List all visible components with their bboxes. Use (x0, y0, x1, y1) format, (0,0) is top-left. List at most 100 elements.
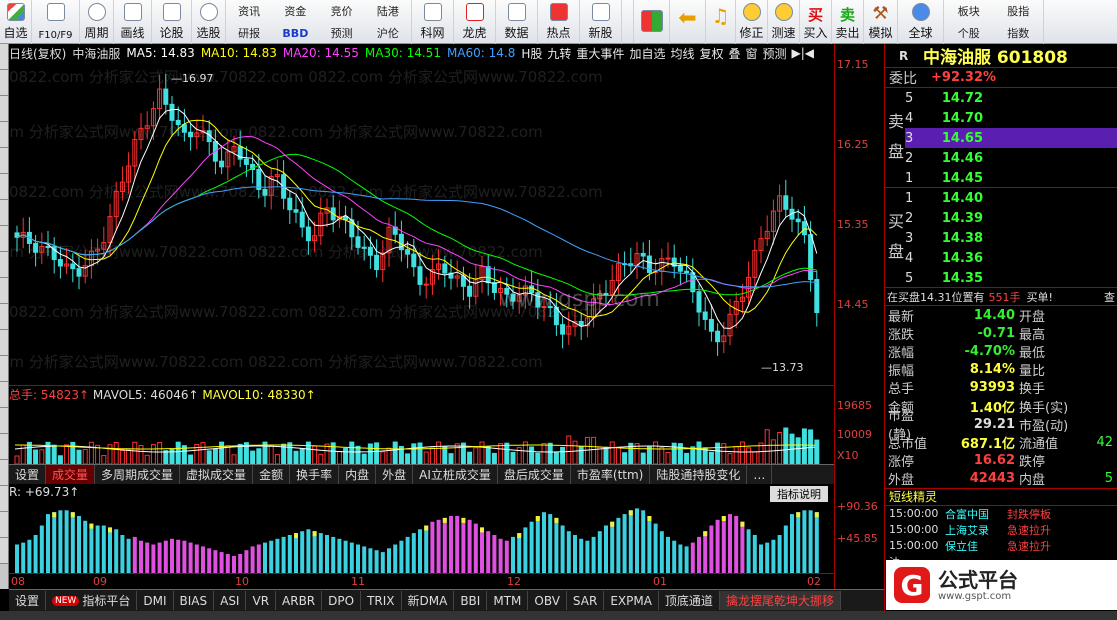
tb-data[interactable]: 数据 (496, 0, 538, 44)
tb-guzhi-button[interactable]: 股指 (994, 0, 1044, 22)
tb-alert[interactable]: ♫ (706, 0, 736, 44)
major-events-button[interactable]: 重大事件 (576, 45, 624, 62)
indicator-bar (814, 512, 819, 573)
tb-buy[interactable]: 买买入 (800, 0, 832, 44)
candlestick-chart[interactable]: 0822.com 分析家公式网www.70822.com 0822.com 分析… (9, 62, 834, 384)
tb-jingjia-button[interactable]: 竞价 (319, 0, 365, 22)
indicator-bar (808, 510, 813, 573)
ask-row[interactable]: 4 14.70 (905, 108, 1117, 128)
overlay-button[interactable]: 叠 (728, 45, 740, 62)
indicator-bar (771, 539, 776, 573)
tab2-dmi[interactable]: DMI (137, 591, 174, 610)
tab-outer[interactable]: 外盘 (376, 465, 414, 484)
jiuzhuan-button[interactable]: 九转 (547, 45, 571, 62)
ask-row[interactable]: 2 14.46 (905, 148, 1117, 168)
tab-ai-volume[interactable]: AI立桩成交量 (413, 465, 498, 484)
tb-yuce-button[interactable]: 预测 (319, 22, 365, 44)
tab-virtual-volume[interactable]: 虚拟成交量 (180, 465, 254, 484)
tb-f10[interactable]: F10/F9 (32, 0, 80, 44)
tb-sim[interactable]: ⚒ 模拟 (864, 0, 898, 44)
tb-layout[interactable] (634, 0, 670, 44)
tb-back[interactable]: ⬅ (670, 0, 706, 44)
tab2-vr[interactable]: VR (246, 591, 277, 610)
tab2-indicator-platform[interactable]: NEW 指标平台 (46, 591, 138, 610)
tb-lungu[interactable]: 论股 (152, 0, 192, 44)
tab-inner[interactable]: 内盘 (339, 465, 377, 484)
tb-sell[interactable]: 卖卖出 (832, 0, 864, 44)
forecast-button[interactable]: 预测 (763, 45, 787, 62)
tb-gegu-button[interactable]: 个股 (944, 22, 994, 44)
tb-fix[interactable]: 修正 (736, 0, 768, 44)
volume-chart[interactable] (9, 401, 834, 464)
tb-draw[interactable]: 画线 (114, 0, 152, 44)
period-label[interactable]: 日线(复权) (9, 45, 66, 62)
tb-hulun-button[interactable]: 沪伦 (365, 22, 411, 44)
bid-row[interactable]: 4 14.36 (905, 248, 1117, 268)
tab2-arbr[interactable]: ARBR (276, 591, 323, 610)
tb-zixun-button[interactable]: 资讯 (226, 0, 272, 22)
sprite-item[interactable]: 15:00:00 保立佳 急速拉升 (885, 538, 1117, 554)
indicator-help-button[interactable]: 指标说明 (770, 486, 828, 502)
tb-hot[interactable]: 热点 (538, 0, 580, 44)
window-button[interactable]: 窗 (746, 45, 758, 62)
tab2-mtm[interactable]: MTM (487, 591, 529, 610)
indicator-bar (442, 517, 447, 573)
ask-row[interactable]: 5 14.72 (905, 88, 1117, 108)
tab2-bias[interactable]: BIAS (174, 591, 215, 610)
tb-zixuan[interactable]: 自选 (0, 0, 32, 44)
tab-turnover[interactable]: 换手率 (290, 465, 340, 484)
bid-row[interactable]: 5 14.35 (905, 268, 1117, 288)
tab-after-hours[interactable]: 盘后成交量 (498, 465, 571, 484)
sprite-title[interactable]: 短线精灵 (885, 487, 1117, 506)
ma-button[interactable]: 均线 (670, 45, 694, 62)
tab-multi-period-volume[interactable]: 多周期成交量 (95, 465, 181, 484)
tab2-asi[interactable]: ASI (214, 591, 247, 610)
bid-row[interactable]: 2 14.39 (905, 208, 1117, 228)
tab2-dpo[interactable]: DPO (322, 591, 362, 610)
indicator-bar (182, 540, 187, 573)
zaimai-more[interactable]: 查 (1104, 289, 1117, 305)
left-side-tabs[interactable] (0, 44, 9, 589)
price-value: 14.39 (941, 210, 983, 226)
tab2-settings[interactable]: 设置 (9, 591, 47, 610)
tb-bbd-button[interactable]: BBD (272, 22, 318, 44)
tab2-expma[interactable]: EXPMA (604, 591, 659, 610)
tb-global[interactable]: 全球 (898, 0, 944, 44)
bid-row[interactable]: 3 14.38 (905, 228, 1117, 248)
tab2-new-dma[interactable]: 新DMA (402, 591, 455, 610)
tb-speed[interactable]: 测速 (768, 0, 800, 44)
tb-longhu[interactable]: 龙虎 (454, 0, 496, 44)
tab-amount[interactable]: 金额 (253, 465, 291, 484)
tb-zijin-button[interactable]: 资金 (272, 0, 318, 22)
tab-pe-ttm[interactable]: 市盈率(ttm) (571, 465, 651, 484)
h-share-button[interactable]: H股 (521, 45, 542, 62)
tab-settings[interactable]: 设置 (9, 465, 47, 484)
tb-yanbao-button[interactable]: 研报 (226, 22, 272, 44)
tab2-obv[interactable]: OBV (528, 591, 567, 610)
tab2-trix[interactable]: TRIX (361, 591, 402, 610)
tb-bankuai-button[interactable]: 板块 (944, 0, 994, 22)
add-watchlist-button[interactable]: 加自选 (629, 45, 665, 62)
tb-xuangu[interactable]: 选股 (192, 0, 226, 44)
tab-volume[interactable]: 成交量 (46, 465, 96, 484)
fuquan-button[interactable]: 复权 (699, 45, 723, 62)
indicator-chart[interactable] (9, 501, 834, 573)
tab2-qinlong[interactable]: 擒龙摆尾乾坤大挪移 (719, 591, 841, 610)
volume-bar (591, 436, 597, 464)
tab2-sar[interactable]: SAR (567, 591, 605, 610)
tb-newstock[interactable]: 新股 (580, 0, 622, 44)
sprite-item[interactable]: 15:00:00 上海艾录 急速拉升 (885, 522, 1117, 538)
tb-period[interactable]: 周期 (80, 0, 114, 44)
bid-row[interactable]: 1 14.40 (905, 188, 1117, 208)
tb-lugang-button[interactable]: 陆港 (365, 0, 411, 22)
ask-row[interactable]: 3 14.65 (905, 128, 1117, 148)
tab2-channel[interactable]: 顶底通道 (659, 591, 720, 610)
ask-row[interactable]: 1 14.45 (905, 168, 1117, 188)
sprite-item[interactable]: 15:00:00 合富中国 封跌停板 (885, 506, 1117, 522)
tab2-bbi[interactable]: BBI (454, 591, 488, 610)
play-icon[interactable]: ▶|◀ (792, 46, 815, 60)
tab-hk-connect[interactable]: 陆股通持股变化 (650, 465, 748, 484)
tb-kewang[interactable]: 科网 (412, 0, 454, 44)
tb-zhishu-button[interactable]: 指数 (994, 22, 1044, 44)
tab-more[interactable]: … (747, 465, 773, 484)
